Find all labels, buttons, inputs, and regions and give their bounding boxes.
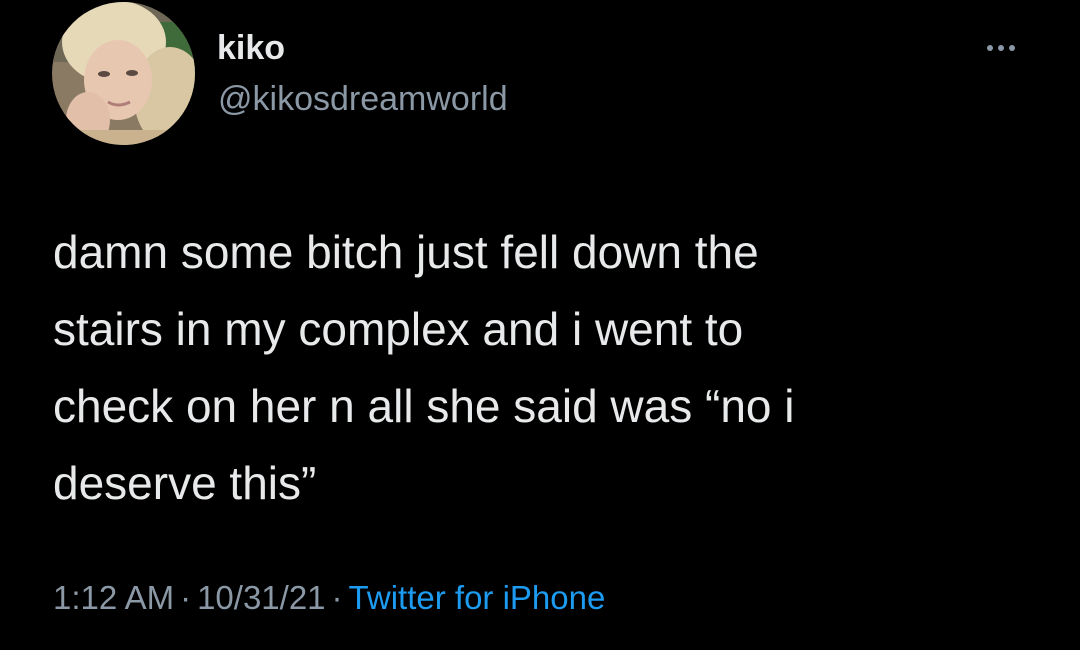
tweet-card: kiko @kikosdreamworld damn some bitch ju…: [0, 0, 1080, 650]
tweet-text-line: stairs in my complex and i went to: [53, 303, 744, 355]
tweet-time[interactable]: 1:12 AM: [53, 579, 174, 616]
tweet-date[interactable]: 10/31/21: [197, 579, 325, 616]
more-options-icon: [987, 45, 1015, 51]
tweet-metadata: 1:12 AM · 10/31/21 · Twitter for iPhone: [53, 576, 605, 620]
meta-separator: ·: [331, 579, 343, 616]
avatar-image: [52, 2, 195, 145]
display-name[interactable]: kiko: [217, 26, 285, 70]
user-handle[interactable]: @kikosdreamworld: [218, 77, 508, 121]
tweet-text-line: check on her n all she said was “no i: [53, 380, 795, 432]
more-options-button[interactable]: [976, 28, 1028, 68]
tweet-source-link[interactable]: Twitter for iPhone: [349, 579, 606, 616]
avatar[interactable]: [52, 2, 195, 145]
meta-separator: ·: [180, 579, 192, 616]
tweet-text-line: damn some bitch just fell down the: [53, 226, 759, 278]
tweet-text-line: deserve this”: [53, 457, 317, 509]
tweet-text: damn some bitch just fell down the stair…: [53, 214, 1053, 522]
